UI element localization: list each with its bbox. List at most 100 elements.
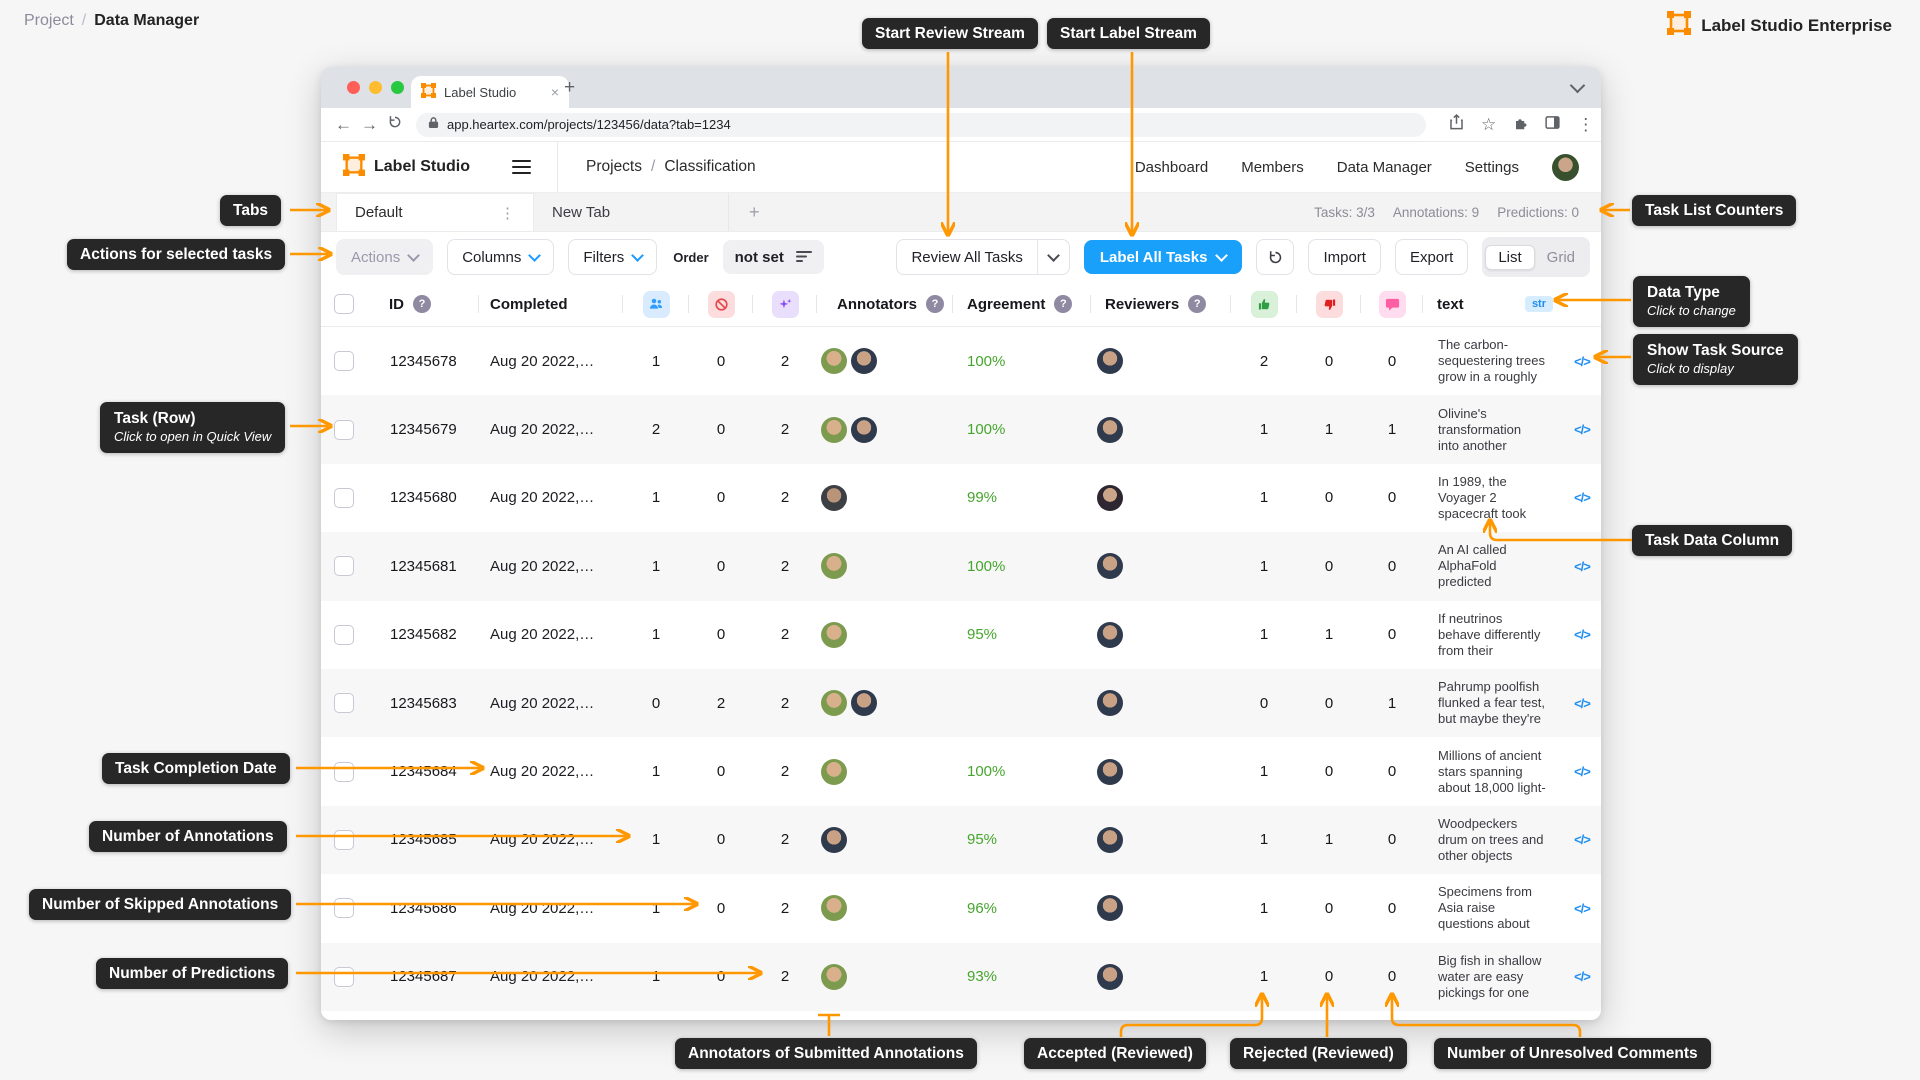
table-row[interactable]: 12345680 Aug 20 2022,… 1 0 2 99% 1 0 0 I… [321,464,1601,532]
annotator-avatar[interactable] [821,895,847,921]
tab-new-tab[interactable]: New Tab [534,193,729,231]
sidebar-icon[interactable] [1545,115,1560,135]
rejected-column-icon[interactable] [1316,291,1343,318]
predictions-column-icon[interactable] [772,291,799,318]
task-source-code-icon[interactable]: </> [1574,422,1590,437]
task-source-code-icon[interactable]: </> [1574,969,1590,984]
view-grid-button[interactable]: Grid [1535,246,1587,269]
task-source-code-icon[interactable]: </> [1574,490,1590,505]
col-completed[interactable]: Completed [490,296,568,313]
annotations-count-column-icon[interactable] [643,291,670,318]
hamburger-menu-icon[interactable] [512,160,531,175]
table-row[interactable]: 12345678 Aug 20 2022,… 1 0 2 100% 2 0 0 … [321,327,1601,395]
reviewer-avatar[interactable] [1097,690,1123,716]
annotator-avatar[interactable] [821,622,847,648]
table-row[interactable]: 12345685 Aug 20 2022,… 1 0 2 95% 1 1 0 W… [321,806,1601,874]
row-checkbox[interactable] [334,693,354,713]
reviewer-avatar[interactable] [1097,622,1123,648]
actions-dropdown[interactable]: Actions [336,239,433,275]
table-row[interactable]: 12345679 Aug 20 2022,… 2 0 2 100% 1 1 1 … [321,395,1601,463]
label-all-tasks-button[interactable]: Label All Tasks [1084,240,1243,274]
row-checkbox[interactable] [334,898,354,918]
reviewer-avatar[interactable] [1097,348,1123,374]
table-row[interactable]: 12345687 Aug 20 2022,… 1 0 2 93% 1 0 0 B… [321,943,1601,1011]
row-checkbox[interactable] [334,762,354,782]
tab-default[interactable]: Default ⋮ [336,193,534,231]
reviewer-avatar[interactable] [1097,485,1123,511]
extensions-puzzle-icon[interactable] [1513,115,1528,135]
task-source-code-icon[interactable]: </> [1574,559,1590,574]
annotator-avatar[interactable] [821,348,847,374]
task-source-code-icon[interactable]: </> [1574,901,1590,916]
table-row[interactable]: 12345684 Aug 20 2022,… 1 0 2 100% 1 0 0 … [321,737,1601,805]
row-checkbox[interactable] [334,420,354,440]
table-row[interactable]: 12345681 Aug 20 2022,… 1 0 2 100% 1 0 0 … [321,532,1601,600]
user-avatar[interactable] [1552,154,1579,181]
annotator-avatar[interactable] [821,827,847,853]
annotator-avatar[interactable] [851,417,877,443]
reviewer-avatar[interactable] [1097,553,1123,579]
nav-settings[interactable]: Settings [1465,159,1519,176]
nav-data-manager[interactable]: Data Manager [1337,159,1432,176]
back-icon[interactable]: ← [335,116,352,133]
url-field[interactable]: app.heartex.com/projects/123456/data?tab… [416,113,1426,137]
order-selector[interactable]: not set [723,240,824,274]
data-type-badge[interactable]: str [1525,296,1553,312]
breadcrumb-project[interactable]: Project [24,12,74,30]
annotator-avatar[interactable] [821,553,847,579]
share-icon[interactable] [1449,114,1464,135]
row-checkbox[interactable] [334,488,354,508]
forward-icon[interactable]: → [361,116,378,133]
app-breadcrumb-projects[interactable]: Projects [586,158,642,176]
row-checkbox[interactable] [334,625,354,645]
select-all-checkbox[interactable] [334,294,354,314]
view-list-button[interactable]: List [1485,245,1534,270]
bookmark-star-icon[interactable]: ☆ [1481,116,1496,133]
annotator-avatar[interactable] [821,485,847,511]
tab-menu-kebab-icon[interactable]: ⋮ [500,204,515,222]
annotator-avatar[interactable] [821,690,847,716]
col-text[interactable]: text [1437,296,1464,313]
new-tab-icon[interactable]: + [564,77,575,99]
row-checkbox[interactable] [334,967,354,987]
refresh-button[interactable] [1256,239,1294,275]
browser-menu-kebab-icon[interactable]: ⋮ [1577,116,1594,133]
table-row[interactable]: 12345686 Aug 20 2022,… 1 0 2 96% 1 0 0 S… [321,874,1601,942]
task-source-code-icon[interactable]: </> [1574,764,1590,779]
nav-dashboard[interactable]: Dashboard [1135,159,1208,176]
add-tab-button[interactable]: + [729,193,780,231]
table-row[interactable]: 12345683 Aug 20 2022,… 0 2 2 0 0 1 Pahru… [321,669,1601,737]
tab-close-icon[interactable]: × [551,84,559,100]
nav-members[interactable]: Members [1241,159,1304,176]
browser-tab[interactable]: Label Studio × [411,76,569,108]
annotator-avatar[interactable] [821,964,847,990]
annotator-avatar[interactable] [821,417,847,443]
reviewer-avatar[interactable] [1097,417,1123,443]
minimize-window-button[interactable] [369,81,382,94]
columns-dropdown[interactable]: Columns [447,239,554,275]
reviewer-avatar[interactable] [1097,827,1123,853]
import-button[interactable]: Import [1308,239,1381,275]
close-window-button[interactable] [347,81,360,94]
col-reviewers[interactable]: Reviewers [1105,296,1179,313]
row-checkbox[interactable] [334,351,354,371]
col-annotators[interactable]: Annotators [837,296,917,313]
review-dropdown-chevron-icon[interactable] [1037,240,1069,274]
task-source-code-icon[interactable]: </> [1574,832,1590,847]
annotator-avatar[interactable] [821,759,847,785]
col-id[interactable]: ID [389,296,404,313]
reload-icon[interactable] [387,114,403,135]
reviewer-avatar[interactable] [1097,895,1123,921]
skipped-column-icon[interactable] [708,291,735,318]
task-source-code-icon[interactable]: </> [1574,354,1590,369]
table-row[interactable]: 12345682 Aug 20 2022,… 1 0 2 95% 1 1 0 I… [321,601,1601,669]
reviewer-avatar[interactable] [1097,964,1123,990]
agreement-help-icon[interactable]: ? [1054,295,1072,313]
annotators-help-icon[interactable]: ? [926,295,944,313]
accepted-column-icon[interactable] [1251,291,1278,318]
id-help-icon[interactable]: ? [413,295,431,313]
chevron-down-icon[interactable] [1570,78,1586,94]
reviewer-avatar[interactable] [1097,759,1123,785]
row-checkbox[interactable] [334,830,354,850]
export-button[interactable]: Export [1395,239,1468,275]
